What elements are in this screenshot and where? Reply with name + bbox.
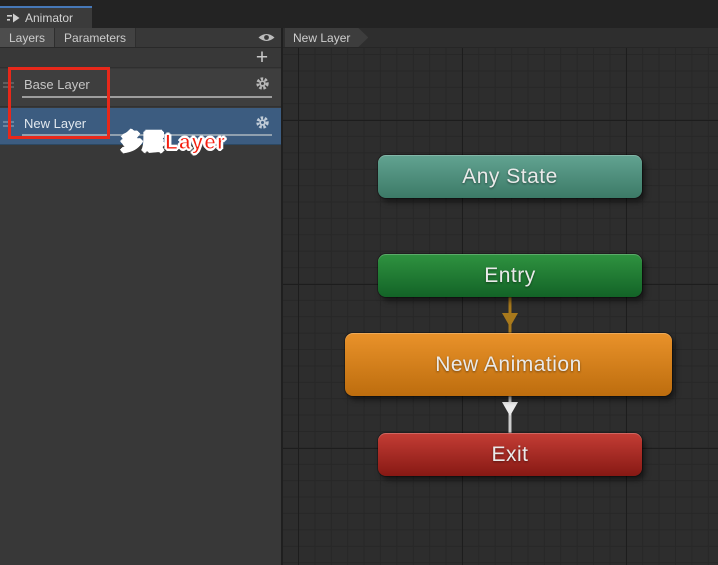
breadcrumb-item-new-layer[interactable]: New Layer: [285, 28, 368, 47]
state-node-label: Entry: [484, 264, 536, 288]
tab-layers[interactable]: Layers: [0, 28, 55, 47]
drag-handle-icon[interactable]: [3, 121, 14, 129]
layer-name: Base Layer: [24, 77, 90, 92]
state-node-new-animation[interactable]: New Animation: [345, 333, 672, 396]
layer-name: New Layer: [24, 116, 86, 131]
breadcrumb: New Layer: [283, 28, 718, 48]
transition-entry-to-new-animation[interactable]: [502, 297, 518, 333]
tab-animator-label: Animator: [25, 11, 73, 25]
transition-new-animation-to-exit[interactable]: [502, 396, 518, 433]
layer-row-base-layer[interactable]: Base Layer: [0, 69, 281, 107]
state-node-entry[interactable]: Entry: [378, 254, 642, 297]
animator-icon: [7, 13, 20, 24]
layers-add-row: +: [0, 48, 281, 68]
panel-divider: [281, 28, 283, 565]
toolbar-spacer: [136, 28, 252, 47]
state-node-label: Exit: [491, 443, 528, 467]
drag-handle-icon[interactable]: [3, 82, 14, 90]
layers-parameters-toolbar: Layers Parameters: [0, 28, 281, 48]
state-node-label: New Animation: [435, 353, 582, 377]
gear-icon[interactable]: [255, 76, 270, 91]
layer-weight-slider[interactable]: [22, 134, 272, 136]
state-node-label: Any State: [462, 165, 558, 189]
tab-animator[interactable]: Animator: [0, 6, 92, 28]
state-node-exit[interactable]: Exit: [378, 433, 642, 476]
layer-row-new-layer[interactable]: New Layer: [0, 108, 281, 145]
gear-icon[interactable]: [255, 115, 270, 130]
layers-panel: + Base Layer New Layer: [0, 48, 281, 565]
state-node-any-state[interactable]: Any State: [378, 155, 642, 198]
state-machine-canvas[interactable]: Any State Entry New Animation Exit: [283, 48, 718, 565]
tab-parameters[interactable]: Parameters: [55, 28, 136, 47]
transition-edges: [283, 48, 718, 565]
eye-icon[interactable]: [252, 28, 281, 47]
layer-weight-slider[interactable]: [22, 96, 272, 98]
window-header: Animator: [0, 0, 718, 28]
animator-window: Animator Layers Parameters New Layer + B…: [0, 0, 718, 565]
add-layer-button[interactable]: +: [251, 48, 273, 68]
